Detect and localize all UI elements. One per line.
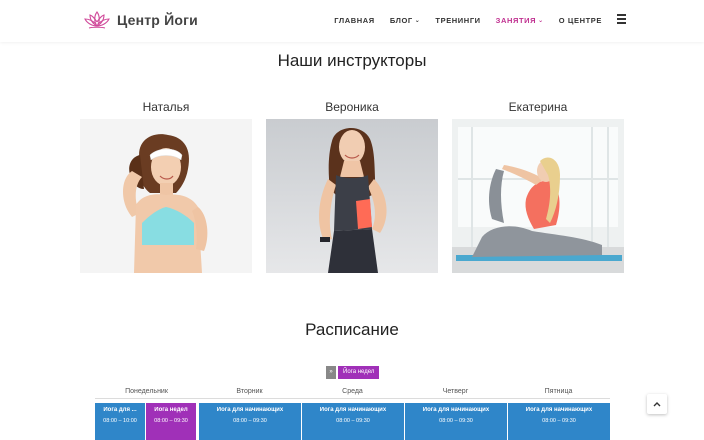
class-time: 08:00 – 09:30	[336, 418, 370, 424]
schedule-divider	[95, 398, 610, 399]
schedule-cell[interactable]: Йога недел 08:00 – 09:30	[146, 403, 196, 440]
schedule-title: Расписание	[305, 320, 399, 339]
nav-blog[interactable]: БЛОГ ⌄	[390, 16, 421, 25]
instructor-name: Вероника	[325, 100, 379, 114]
logo[interactable]: Центр Йоги	[84, 9, 198, 31]
instructor-name: Наталья	[142, 100, 190, 114]
nav-home-label: ГЛАВНАЯ	[334, 16, 375, 25]
schedule-cell[interactable]: Йога для ... 08:00 – 10:00	[95, 403, 145, 440]
nav-trainings-label: ТРЕНИНГИ	[435, 16, 481, 25]
schedule-filter: » Йога недел	[326, 366, 380, 379]
nav-about[interactable]: О ЦЕНТРЕ	[559, 16, 602, 25]
class-time: 08:00 – 09:30	[233, 418, 267, 424]
scroll-top-button[interactable]	[647, 394, 667, 414]
instructor-photo[interactable]	[452, 119, 624, 273]
class-time: 08:00 – 09:30	[439, 418, 473, 424]
class-name: Йога для начинающих	[319, 407, 387, 413]
class-name: Йога для начинающих	[216, 407, 284, 413]
nav-trainings[interactable]: ТРЕНИНГИ	[435, 16, 480, 25]
instructor-name: Екатерина	[508, 100, 568, 114]
class-time: 08:00 – 09:30	[542, 418, 576, 424]
schedule-filter-yoga-week[interactable]: Йога недел	[338, 366, 380, 379]
chevron-down-icon: ⌄	[414, 18, 421, 24]
main-nav: ГЛАВНАЯ БЛОГ ⌄ ТРЕНИНГИ ЗАНЯТИЯ ⌄ О ЦЕНТРЕ	[319, 16, 602, 25]
nav-classes[interactable]: ЗАНЯТИЯ ⌄	[496, 16, 544, 25]
nav-home[interactable]: ГЛАВНАЯ	[334, 16, 375, 25]
class-time: 08:00 – 09:30	[154, 418, 188, 424]
chevron-down-icon: ⌄	[538, 18, 544, 24]
class-time: 08:00 – 10:00	[103, 418, 137, 424]
lotus-icon	[84, 11, 110, 29]
nav-blog-label: БЛОГ	[389, 16, 413, 25]
class-name: Йога для ...	[103, 407, 137, 413]
site-header: Центр Йоги ГЛАВНАЯ БЛОГ ⌄ ТРЕНИНГИ ЗАНЯТИ…	[0, 0, 704, 42]
hamburger-icon[interactable]	[617, 14, 626, 24]
day-header: Вторник	[236, 388, 263, 395]
schedule-cell[interactable]: Йога для начинающих 08:00 – 09:30	[405, 403, 507, 440]
schedule-cell[interactable]: Йога для начинающих 08:00 – 09:30	[199, 403, 301, 440]
nav-about-label: О ЦЕНТРЕ	[558, 16, 602, 25]
schedule-expand-button[interactable]: »	[326, 366, 336, 379]
instructors-title: Наши инструкторы	[277, 51, 427, 70]
day-header: Понедельник	[125, 388, 168, 395]
instructor-photo[interactable]	[266, 119, 438, 273]
class-name: Йога недел	[154, 407, 188, 413]
schedule-cell[interactable]: Йога для начинающих 08:00 – 09:30	[508, 403, 610, 440]
chevron-up-icon	[653, 402, 661, 407]
class-name: Йога для начинающих	[422, 407, 490, 413]
logo-text: Центр Йоги	[117, 12, 198, 28]
day-header: Среда	[342, 388, 363, 395]
schedule-cell[interactable]: Йога для начинающих 08:00 – 09:30	[302, 403, 404, 440]
day-header: Пятница	[544, 388, 573, 395]
instructor-photo[interactable]	[80, 119, 252, 273]
class-name: Йога для начинающих	[525, 407, 593, 413]
day-header: Четверг	[442, 388, 469, 395]
nav-classes-label: ЗАНЯТИЯ	[495, 16, 537, 25]
